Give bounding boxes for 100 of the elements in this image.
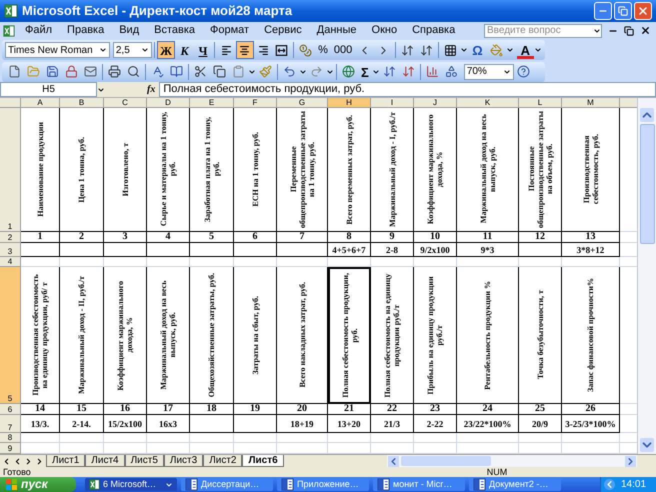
caret-icon[interactable] — [326, 68, 334, 76]
column-header[interactable]: C — [104, 98, 147, 108]
coins-icon[interactable] — [299, 44, 312, 56]
menu-item[interactable]: Окно — [372, 22, 398, 39]
mail-icon[interactable] — [84, 65, 97, 78]
sort-ascending-icon[interactable] — [382, 65, 396, 78]
align-button[interactable] — [236, 41, 254, 59]
taskbar-button[interactable]: 6 Microsoft… — [85, 478, 177, 491]
cut-icon[interactable] — [194, 65, 207, 78]
number-format-button[interactable]: 000 — [330, 41, 356, 59]
scrollbar-thumb[interactable] — [640, 124, 654, 244]
column-header[interactable]: K — [457, 98, 519, 108]
horizontal-scrollbar[interactable] — [387, 455, 637, 467]
column-header[interactable]: L — [519, 98, 562, 108]
number-format-button[interactable]: % — [315, 41, 331, 59]
sheet-tab[interactable]: Лист4 — [85, 455, 125, 467]
row-header[interactable]: 7 — [0, 415, 21, 433]
caret-icon[interactable] — [248, 68, 256, 76]
zoom-select[interactable]: 70% — [464, 64, 514, 80]
autosum-button[interactable]: Σ — [358, 62, 372, 80]
taskbar-button[interactable]: монит - Micr… — [373, 478, 465, 491]
sort-descending-icon[interactable] — [402, 65, 415, 78]
menu-item[interactable]: Файл — [25, 22, 52, 39]
menu-item[interactable]: Формат — [210, 22, 250, 39]
font-select[interactable]: Times New Roman — [5, 42, 110, 58]
taskbar-button[interactable]: Документ2 -… — [469, 478, 561, 491]
close-button[interactable] — [634, 2, 652, 20]
caret-icon[interactable] — [97, 86, 105, 94]
menu-item[interactable]: Правка — [67, 22, 104, 39]
menu-item[interactable]: Данные — [316, 22, 357, 39]
save-icon[interactable] — [46, 65, 59, 78]
scroll-right-icon[interactable] — [625, 456, 636, 466]
row-header[interactable]: 3 — [0, 243, 21, 257]
caret-icon[interactable] — [534, 46, 542, 54]
previous-sheet-icon[interactable] — [13, 456, 22, 466]
help-field[interactable]: Введите вопрос — [484, 24, 602, 38]
close-icon[interactable] — [640, 25, 651, 36]
row-header[interactable]: 8 — [0, 433, 21, 443]
vertical-scrollbar[interactable] — [637, 98, 656, 454]
copy-icon[interactable] — [213, 65, 226, 78]
start-button[interactable]: пуск — [0, 477, 76, 492]
column-header[interactable]: H — [328, 98, 371, 108]
book-icon[interactable] — [170, 65, 183, 78]
font-style-button[interactable]: К — [175, 41, 194, 59]
column-header[interactable]: D — [147, 98, 190, 108]
font-size-select[interactable]: 2,5 — [112, 42, 152, 58]
taskbar-button[interactable]: Диссертаци… — [181, 478, 273, 491]
row-header[interactable]: 9 — [0, 443, 21, 454]
column-header[interactable]: B — [60, 98, 104, 108]
caret-icon[interactable] — [140, 46, 149, 54]
help-icon[interactable] — [516, 65, 530, 78]
caret-icon[interactable] — [299, 68, 307, 76]
new-file-icon[interactable] — [8, 65, 21, 78]
symbol-button[interactable]: Ω — [468, 41, 487, 59]
column-header[interactable]: M — [562, 98, 620, 108]
menu-item[interactable]: Сервис — [264, 22, 302, 39]
sheet-tab[interactable]: Лист1 — [46, 455, 86, 467]
scroll-up-icon[interactable] — [640, 108, 654, 122]
taskbar-button[interactable]: Приложение… — [277, 478, 369, 491]
minimize-button[interactable] — [594, 2, 612, 20]
caret-icon[interactable] — [372, 68, 380, 76]
borders-icon[interactable] — [444, 44, 458, 56]
row-header[interactable]: 1 — [0, 108, 21, 232]
menu-item[interactable]: Вставка — [154, 22, 196, 39]
globe-icon[interactable] — [342, 65, 355, 78]
chart-icon[interactable] — [426, 65, 439, 78]
column-header[interactable]: A — [21, 98, 60, 108]
scroll-left-icon[interactable] — [388, 456, 399, 466]
row-header[interactable]: 5 — [0, 267, 21, 404]
first-sheet-icon[interactable] — [2, 456, 11, 466]
scroll-down-icon[interactable] — [640, 438, 654, 452]
caret-icon[interactable] — [460, 46, 468, 54]
column-header[interactable]: I — [371, 98, 414, 108]
printer-icon[interactable] — [108, 65, 121, 78]
column-header[interactable]: J — [414, 98, 457, 108]
last-sheet-icon[interactable] — [35, 456, 44, 466]
restore-button[interactable] — [614, 2, 632, 20]
function-button[interactable]: fx — [147, 82, 156, 97]
menu-item[interactable]: Вид — [119, 22, 140, 39]
sheet-tab[interactable]: Лист2 — [203, 455, 242, 467]
row-header[interactable]: 4 — [0, 257, 21, 267]
menu-item[interactable]: Справка — [412, 22, 456, 39]
restore-icon[interactable] — [624, 26, 634, 36]
drawing-icon[interactable] — [444, 65, 458, 78]
font-style-button[interactable]: Ж — [156, 41, 176, 59]
column-header[interactable]: G — [277, 98, 328, 108]
caret-icon[interactable] — [98, 46, 107, 54]
caret-icon[interactable] — [506, 46, 514, 54]
show-hidden-icons-icon[interactable] — [604, 479, 615, 490]
column-header[interactable]: E — [190, 98, 234, 108]
caret-icon[interactable] — [502, 68, 511, 76]
caret-icon[interactable] — [593, 26, 601, 34]
font-style-button[interactable]: Ч — [194, 41, 212, 59]
undo-icon[interactable] — [283, 65, 296, 78]
sheet-tab[interactable]: Лист3 — [164, 455, 204, 467]
lock-icon[interactable] — [65, 65, 78, 78]
sheet-tab[interactable]: Лист6 — [242, 455, 284, 467]
fill-color-icon[interactable] — [490, 44, 503, 56]
spellcheck-icon[interactable] — [151, 65, 164, 78]
next-sheet-icon[interactable] — [24, 456, 33, 466]
